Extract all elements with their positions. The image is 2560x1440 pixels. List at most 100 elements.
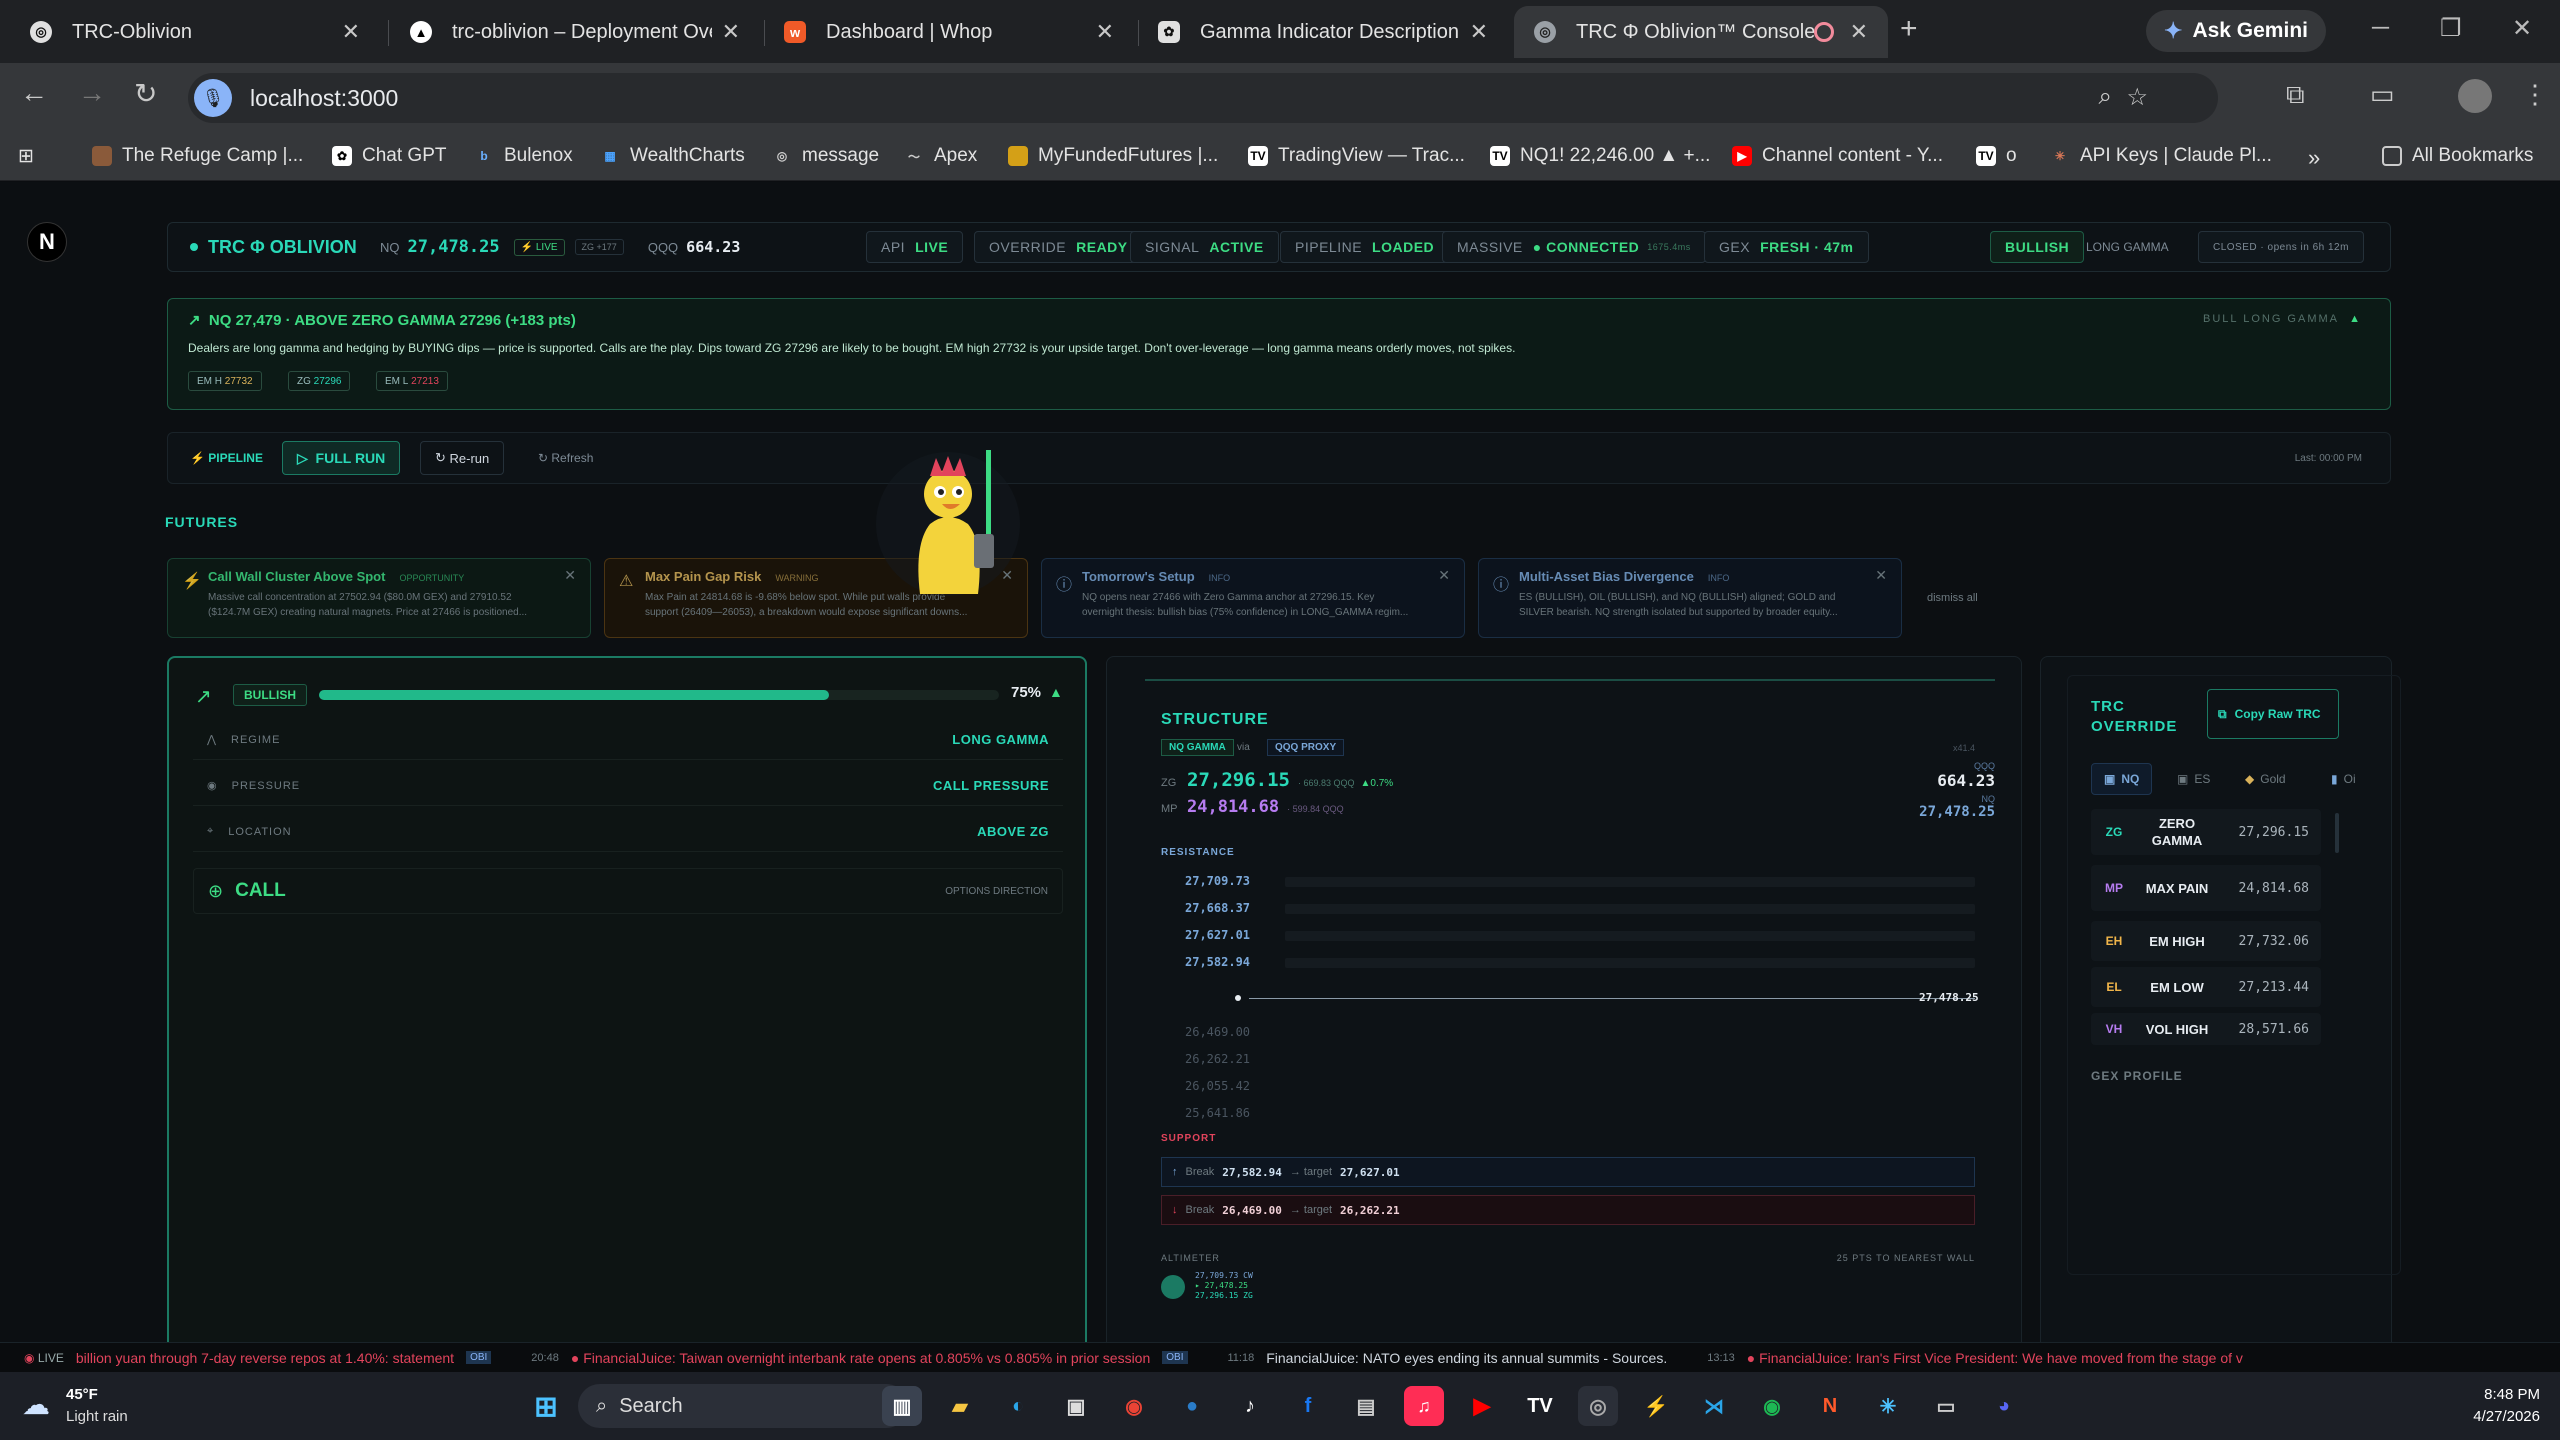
asset-tab-es[interactable]: ▣ ES [2177, 763, 2210, 795]
tab-nq-gamma[interactable]: NQ GAMMA [1161, 739, 1234, 756]
mff-icon [1008, 146, 1028, 166]
spotify-icon[interactable]: ◉ [1752, 1386, 1792, 1426]
address-bar[interactable]: 🎙 localhost:3000 ⌕ ☆ [188, 73, 2218, 123]
browser-tab[interactable]: ◎ TRC-Oblivion ✕ [10, 6, 380, 58]
app-icon[interactable]: ⚡ [1636, 1386, 1676, 1426]
music-icon[interactable]: ♫ [1404, 1386, 1444, 1426]
close-window-icon[interactable]: ✕ [2512, 14, 2532, 43]
bookmark[interactable]: 〜 Apex [904, 145, 977, 167]
close-icon[interactable]: ✕ [1875, 567, 1887, 584]
extensions-icon[interactable]: ⧉ [2286, 79, 2305, 111]
maximize-icon[interactable]: ❐ [2440, 14, 2462, 43]
all-bookmarks[interactable]: All Bookmarks [2382, 145, 2533, 167]
close-icon[interactable]: ✕ [1850, 19, 1868, 45]
windows-start-icon[interactable]: ⊞ [526, 1386, 566, 1426]
facebook-icon[interactable]: f [1288, 1386, 1328, 1426]
bookmark[interactable]: ✳ API Keys | Claude Pl... [2050, 145, 2272, 167]
copy-raw-trc-button[interactable]: ⧉ Copy Raw TRC [2207, 689, 2339, 739]
break-down-row: ↓ Break 26,469.00 → target 26,262.21 [1161, 1195, 1975, 1225]
cast-icon[interactable]: ▭ [2370, 79, 2395, 110]
terminal-icon[interactable]: ▭ [1926, 1386, 1966, 1426]
insight-card[interactable]: ⓘ Multi-Asset Bias Divergence INFO ES (BU… [1478, 558, 1902, 638]
live-label: ◉ LIVE [24, 1350, 64, 1365]
insight-card[interactable]: ⚡ Call Wall Cluster Above Spot OPPORTUNIT… [167, 558, 591, 638]
file-explorer-icon[interactable]: ▰ [940, 1386, 980, 1426]
weather-desc[interactable]: Light rain [66, 1408, 128, 1425]
browser-tab[interactable]: w Dashboard | Whop ✕ [764, 6, 1134, 58]
chrome-active-icon[interactable]: ◎ [1578, 1386, 1618, 1426]
close-icon[interactable]: ✕ [564, 567, 576, 584]
asset-tab-gold[interactable]: ◆ Gold [2245, 763, 2286, 795]
bookmark[interactable]: TV NQ1! 22,246.00 ▲ +... [1490, 145, 1710, 167]
folder-icon [2382, 146, 2402, 166]
tab-title: Gamma Indicator Description [1200, 20, 1459, 43]
reload-icon[interactable]: ↻ [134, 77, 157, 110]
task-view-icon[interactable]: ▥ [882, 1386, 922, 1426]
vscode-icon[interactable]: ⋊ [1694, 1386, 1734, 1426]
profile-avatar[interactable] [2458, 79, 2492, 113]
scrollbar[interactable] [2335, 813, 2339, 853]
refresh-button[interactable]: ↻ Refresh [524, 441, 607, 475]
bookmark[interactable]: ◎ message [772, 145, 879, 167]
browser-tab[interactable]: ✿ Gamma Indicator Description ✕ [1138, 6, 1508, 58]
close-icon[interactable]: ✕ [722, 19, 740, 45]
close-icon[interactable]: ✕ [1096, 19, 1114, 45]
discord-icon[interactable]: ◕ [1984, 1386, 2024, 1426]
app-icon[interactable]: N [1810, 1386, 1850, 1426]
bookmark[interactable]: TV o [1976, 145, 2017, 167]
browser-tab[interactable]: ▲ trc-oblivion – Deployment Over ✕ [390, 6, 760, 58]
menu-icon[interactable]: ⋮ [2522, 79, 2548, 110]
edge-icon[interactable]: ◐ [998, 1386, 1038, 1426]
mp-line: MP 24,814.68 · 599.84 QQQ [1161, 797, 1344, 817]
youtube-icon[interactable]: ▶ [1462, 1386, 1502, 1426]
browser-toolbar: ← → ↻ 🎙 localhost:3000 ⌕ ☆ ⧉ ▭ ⋮ [0, 63, 2560, 133]
weather-icon[interactable]: ☁ [22, 1388, 50, 1421]
browser-tab-active[interactable]: ◎ TRC Φ Oblivion™ Console ✕ [1514, 6, 1888, 58]
forward-icon[interactable]: → [78, 77, 106, 109]
full-run-button[interactable]: ▷ FULL RUN [282, 441, 401, 475]
close-icon[interactable]: ✕ [342, 19, 360, 45]
level-bar [1285, 877, 1975, 887]
chrome-icon[interactable]: ◉ [1114, 1386, 1154, 1426]
bookmark[interactable]: ▦ WealthCharts [600, 145, 744, 167]
app-icon[interactable]: ● [1172, 1386, 1212, 1426]
clock-time[interactable]: 8:48 PM [2470, 1386, 2540, 1403]
tradingview-icon[interactable]: TV [1520, 1386, 1560, 1426]
close-icon[interactable]: ✕ [1438, 567, 1450, 584]
tab-qqq-proxy[interactable]: QQQ PROXY [1267, 739, 1345, 756]
altimeter-values: 27,709.73 CW ▸ 27,478.25 27,296.15 ZG [1195, 1271, 1253, 1300]
bookmark-star-icon[interactable]: ☆ [2126, 83, 2148, 112]
app-logo[interactable]: N [27, 222, 67, 262]
nq-price: 27,478.25 [407, 237, 500, 257]
minimize-icon[interactable]: ─ [2372, 14, 2389, 42]
asset-tab-nq[interactable]: ▣ NQ [2091, 763, 2153, 795]
close-icon[interactable]: ✕ [1470, 19, 1488, 45]
url-text[interactable]: localhost:3000 [250, 85, 398, 112]
asset-tab-oil[interactable]: ▮ Oi [2331, 763, 2356, 795]
dismiss-all-link[interactable]: dismiss all [1927, 592, 1978, 604]
bookmark[interactable]: The Refuge Camp |... [92, 145, 303, 167]
taskbar-search[interactable]: ⌕ Search [578, 1384, 908, 1428]
alert-tag[interactable]: BULL LONG GAMMA ▲ [2203, 313, 2362, 325]
rerun-button[interactable]: ↻ Re-run [420, 441, 505, 475]
back-icon[interactable]: ← [20, 77, 48, 109]
tiktok-icon[interactable]: ♪ [1230, 1386, 1270, 1426]
insight-card[interactable]: ⓘ Tomorrow's Setup INFO NQ opens near 274… [1041, 558, 1465, 638]
zoom-icon[interactable]: ⌕ [2099, 83, 2112, 111]
bookmark[interactable]: ✿ Chat GPT [332, 145, 446, 167]
bookmark[interactable]: MyFundedFutures |... [1008, 145, 1218, 167]
bookmark[interactable]: ▶ Channel content - Y... [1732, 145, 1943, 167]
store-icon[interactable]: ▣ [1056, 1386, 1096, 1426]
terminal-icon[interactable]: ▤ [1346, 1386, 1386, 1426]
site-info-icon[interactable]: 🎙 [194, 79, 232, 117]
more-bookmarks-icon[interactable]: » [2308, 145, 2320, 171]
bookmark[interactable]: b Bulenox [474, 145, 572, 167]
new-tab-button[interactable]: + [1900, 12, 1918, 46]
apps-icon[interactable]: ⊞ [18, 145, 34, 168]
ask-gemini-button[interactable]: ✦ Ask Gemini [2146, 10, 2326, 52]
collapse-icon[interactable]: ▲ [2349, 313, 2362, 325]
weather-temp[interactable]: 45°F [66, 1386, 98, 1403]
app-icon[interactable]: ✳ [1868, 1386, 1908, 1426]
bookmark[interactable]: TV TradingView — Trac... [1248, 145, 1465, 167]
clock-date[interactable]: 4/27/2026 [2456, 1408, 2540, 1425]
